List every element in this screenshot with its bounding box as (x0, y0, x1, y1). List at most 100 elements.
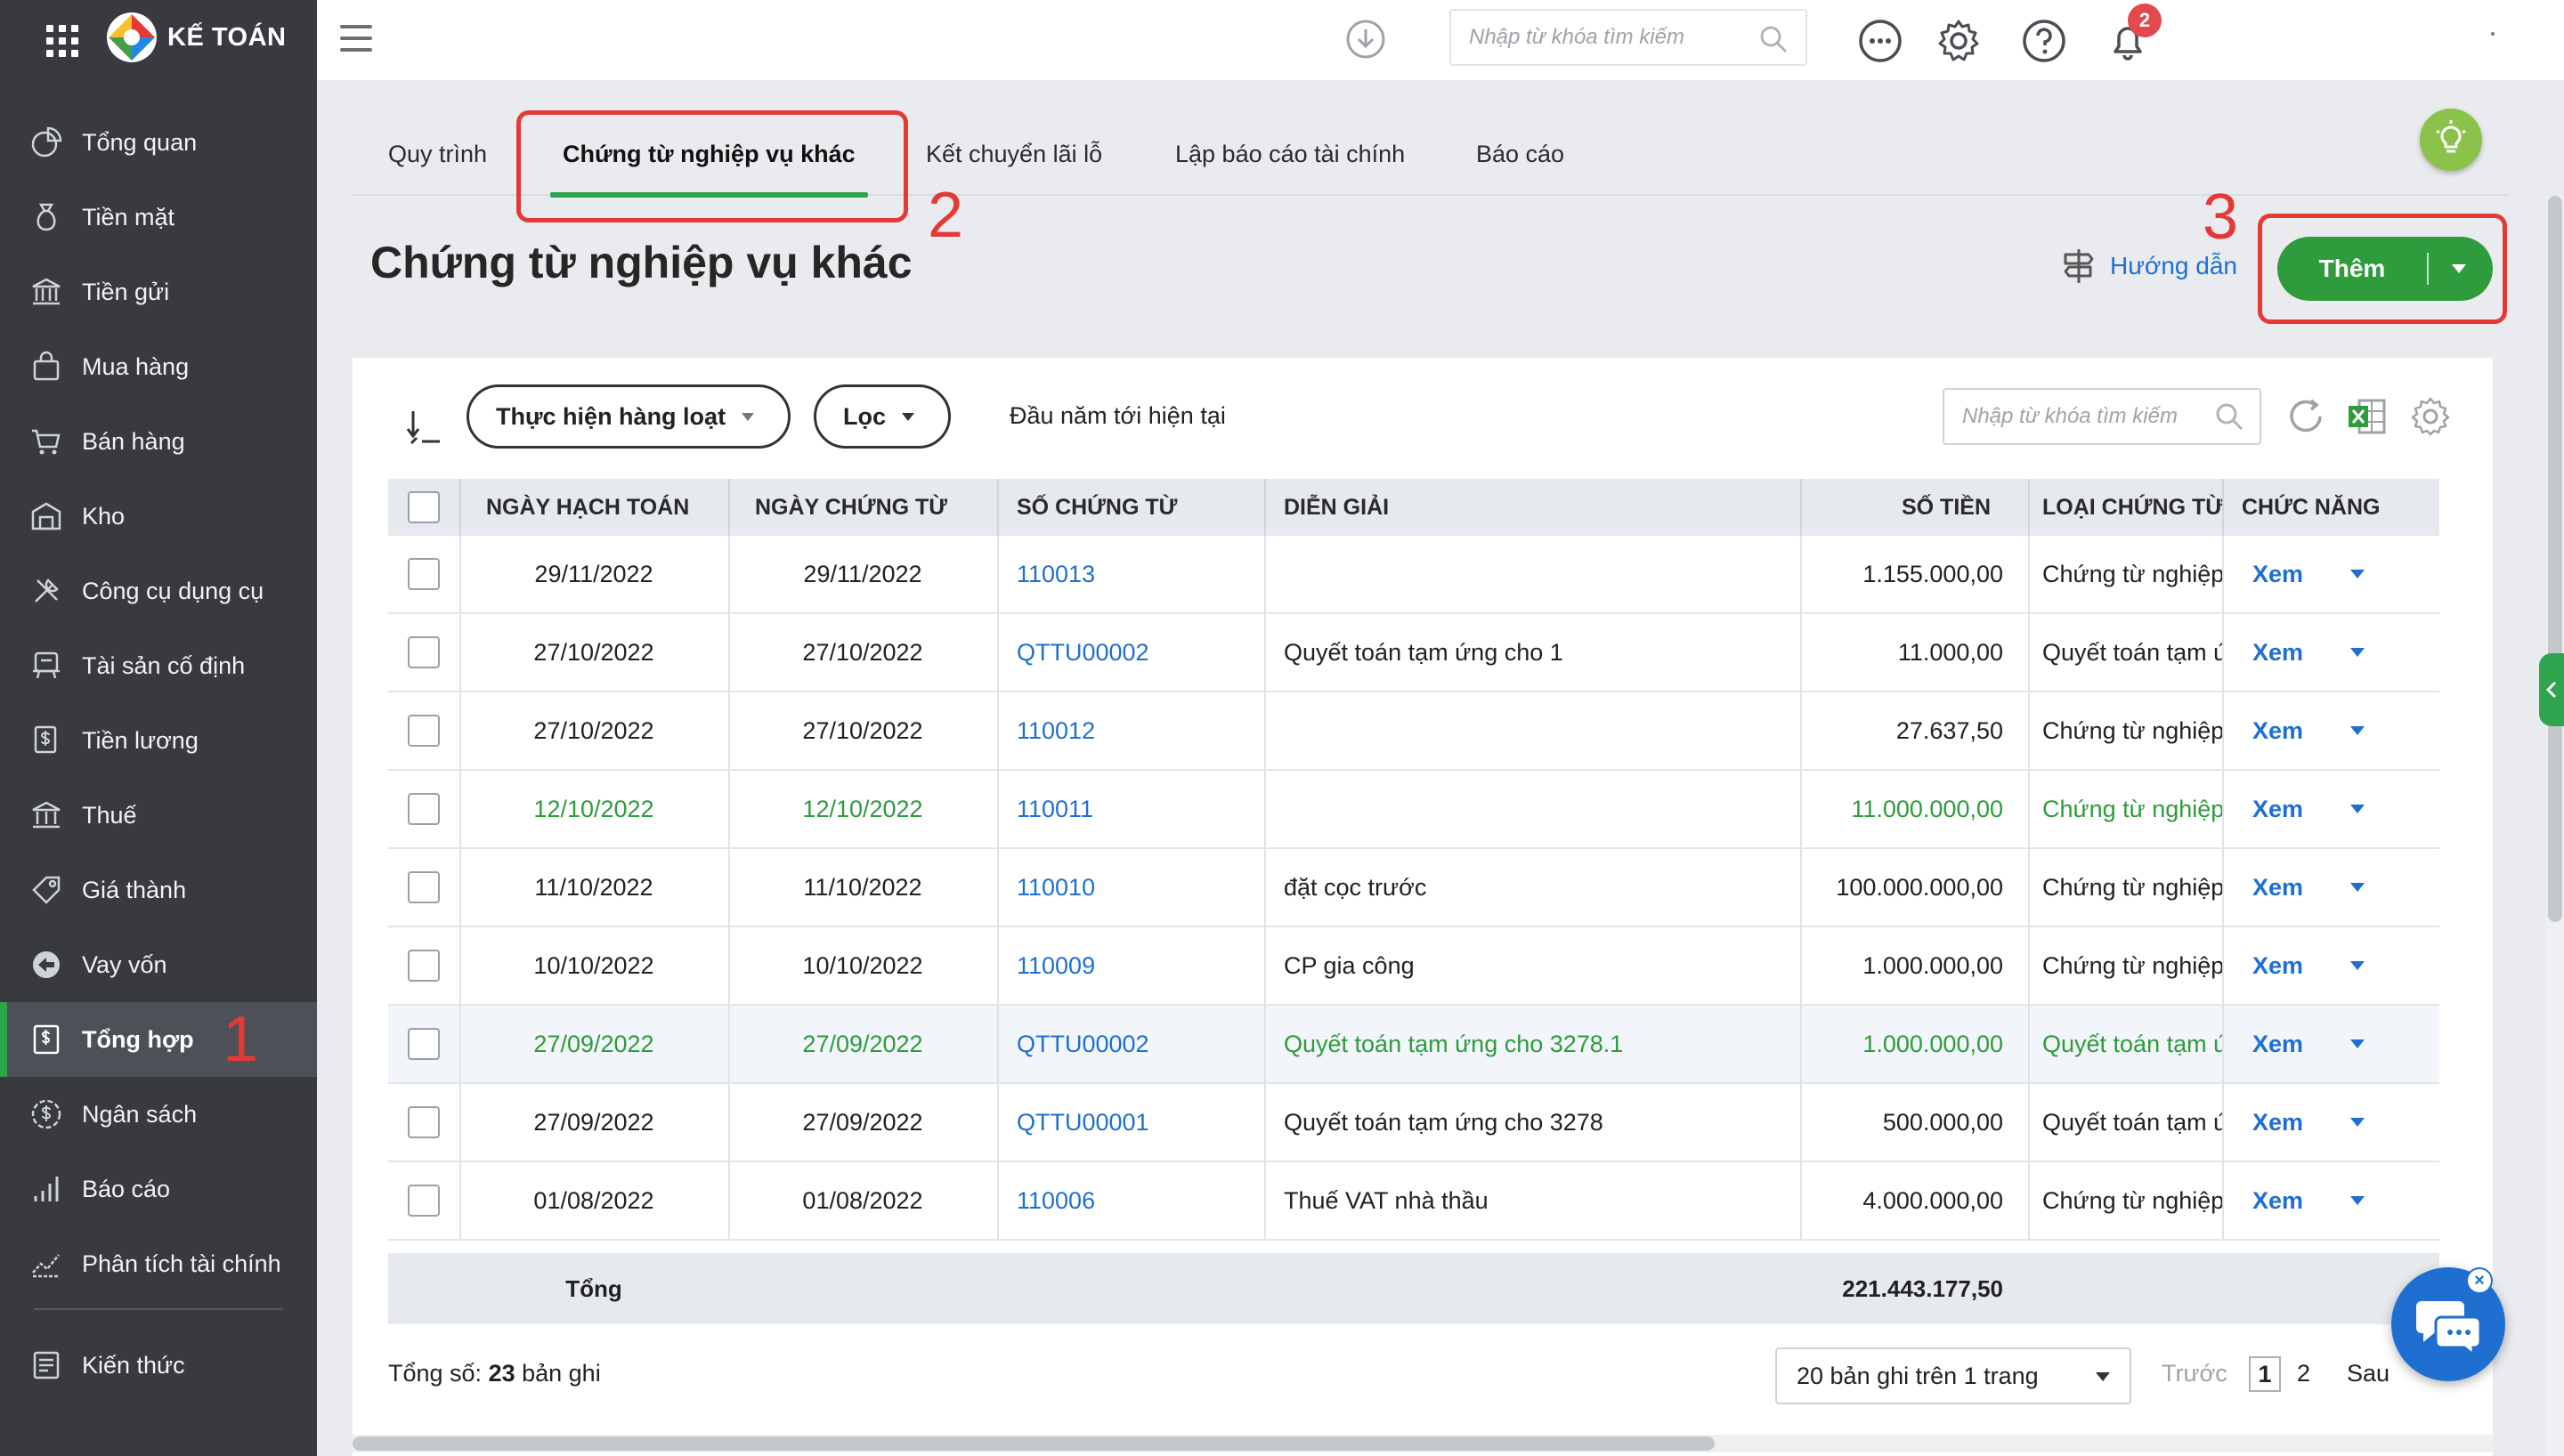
sidebar-item-thue[interactable]: Thuế (0, 778, 317, 853)
chevron-down-icon[interactable] (2350, 1118, 2365, 1127)
view-action-link[interactable]: Xem (2252, 717, 2334, 745)
table-settings-icon[interactable] (2409, 395, 2452, 438)
table-row[interactable]: 01/08/2022 01/08/2022 110006 Thuế VAT nhà t… (388, 1162, 2439, 1241)
table-row[interactable]: 27/09/2022 27/09/2022 QTTU00002 Quyết toán … (388, 1006, 2439, 1084)
user-menu-dot[interactable] (2491, 32, 2495, 36)
global-search-box[interactable] (1449, 9, 1807, 66)
view-action-link[interactable]: Xem (2252, 952, 2334, 980)
pager-page-2[interactable]: 2 (2297, 1360, 2310, 1387)
collapse-sort-icon[interactable] (404, 408, 443, 447)
tips-lightbulb-button[interactable] (2420, 109, 2482, 171)
sidebar-item-vay-von[interactable]: Vay vốn (0, 927, 317, 1002)
row-checkbox[interactable] (408, 715, 440, 747)
header-amount[interactable]: SỐ TIỀN (1800, 479, 2028, 536)
sidebar-item-tien-luong[interactable]: Tiền lương (0, 703, 317, 778)
chevron-down-icon[interactable] (2350, 805, 2365, 813)
chevron-down-icon[interactable] (2350, 961, 2365, 970)
view-action-link[interactable]: Xem (2252, 1109, 2334, 1136)
global-search-input[interactable] (1451, 11, 1736, 64)
chevron-down-icon[interactable] (2452, 264, 2466, 273)
search-icon[interactable] (2213, 400, 2245, 433)
tab-lap-bao-cao-tai-chinh[interactable]: Lập báo cáo tài chính (1175, 112, 1405, 196)
table-row[interactable]: 27/10/2022 27/10/2022 QTTU00002 Quyết toán … (388, 614, 2439, 692)
table-row[interactable]: 11/10/2022 11/10/2022 110010 đặt cọc trước 1… (388, 849, 2439, 927)
chevron-down-icon[interactable] (2350, 1196, 2365, 1205)
row-checkbox[interactable] (408, 871, 440, 903)
refresh-icon[interactable] (2284, 395, 2327, 438)
sidebar-item-tong-quan[interactable]: Tổng quan (0, 105, 317, 180)
table-row[interactable]: 10/10/2022 10/10/2022 110009 CP gia công 1.0… (388, 927, 2439, 1006)
tab-bao-cao[interactable]: Báo cáo (1476, 112, 1564, 196)
header-description[interactable]: DIỄN GIẢI (1264, 479, 1800, 536)
table-row[interactable]: 27/10/2022 27/10/2022 110012 27.637,50 Chứng… (388, 692, 2439, 771)
header-doc-type[interactable]: LOẠI CHỨNG TỪ (2028, 479, 2222, 536)
chevron-down-icon[interactable] (2350, 648, 2365, 657)
view-action-link[interactable]: Xem (2252, 874, 2334, 902)
header-posting-date[interactable]: NGÀY HẠCH TOÁN (459, 479, 728, 536)
help-icon[interactable] (2021, 18, 2067, 64)
add-button[interactable]: Thêm (2277, 237, 2493, 301)
row-checkbox[interactable] (408, 636, 440, 668)
horizontal-scrollbar[interactable] (353, 1435, 2493, 1452)
period-label[interactable]: Đầu năm tới hiện tại (1010, 402, 1226, 430)
horizontal-scroll-thumb[interactable] (353, 1436, 1715, 1451)
row-checkbox[interactable] (408, 558, 440, 590)
sidebar-item-tien-gui[interactable]: Tiền gửi (0, 255, 317, 329)
sidebar-item-tien-mat[interactable]: Tiền mặt (0, 180, 317, 255)
table-search-input[interactable] (1944, 390, 2203, 443)
cell-doc-no-link[interactable]: 110006 (997, 1162, 1264, 1239)
settings-gear-icon[interactable] (1935, 18, 1982, 64)
sidebar-item-kho[interactable]: Kho (0, 479, 317, 554)
view-action-link[interactable]: Xem (2252, 1187, 2334, 1215)
pager-next[interactable]: Sau (2347, 1360, 2390, 1387)
page-size-select[interactable]: 20 bản ghi trên 1 trang (1775, 1347, 2131, 1404)
row-checkbox[interactable] (408, 950, 440, 982)
table-row[interactable]: 27/09/2022 27/09/2022 QTTU00001 Quyết toán … (388, 1084, 2439, 1162)
header-doc-date[interactable]: NGÀY CHỨNG TỪ (728, 479, 997, 536)
sidebar-item-mua-hang[interactable]: Mua hàng (0, 329, 317, 404)
view-action-link[interactable]: Xem (2252, 561, 2334, 588)
tab-quy-trinh[interactable]: Quy trình (388, 112, 487, 196)
search-icon[interactable] (1757, 23, 1789, 55)
cell-doc-no-link[interactable]: 110012 (997, 692, 1264, 769)
app-grid-icon[interactable] (46, 25, 78, 57)
bulk-action-dropdown[interactable]: Thực hiện hàng loạt (467, 384, 791, 449)
view-action-link[interactable]: Xem (2252, 796, 2334, 823)
vertical-scroll-thumb[interactable] (2548, 196, 2562, 922)
sidebar-item-tai-san[interactable]: Tài sản cố định (0, 628, 317, 703)
cell-doc-no-link[interactable]: 110011 (997, 771, 1264, 847)
cell-doc-no-link[interactable]: QTTU00001 (997, 1084, 1264, 1161)
vertical-scrollbar[interactable] (2546, 196, 2564, 1456)
chevron-down-icon[interactable] (2350, 1039, 2365, 1048)
chevron-down-icon[interactable] (2350, 570, 2365, 578)
cell-doc-no-link[interactable]: 110010 (997, 849, 1264, 926)
sidebar-item-ngan-sach[interactable]: Ngân sách (0, 1077, 317, 1152)
view-action-link[interactable]: Xem (2252, 639, 2334, 667)
excel-export-icon[interactable] (2345, 395, 2388, 438)
select-all-checkbox[interactable] (408, 491, 440, 523)
sidebar-item-gia-thanh[interactable]: Giá thành (0, 853, 317, 927)
sidebar-item-kien-thuc[interactable]: Kiến thức (0, 1328, 317, 1403)
sidebar-item-phan-tich[interactable]: Phân tích tài chính (0, 1226, 317, 1301)
chat-close-icon[interactable]: × (2466, 1267, 2493, 1294)
sidebar-item-ban-hang[interactable]: Bán hàng (0, 404, 317, 479)
filter-dropdown[interactable]: Lọc (814, 384, 951, 449)
menu-toggle-icon[interactable] (340, 25, 372, 52)
row-checkbox[interactable] (408, 793, 440, 825)
tab-chung-tu-nghiep-vu-khac[interactable]: Chứng từ nghiệp vụ khác (550, 112, 868, 198)
chevron-down-icon[interactable] (2350, 883, 2365, 892)
table-row[interactable]: 12/10/2022 12/10/2022 110011 11.000.000,00 C… (388, 771, 2439, 849)
table-search-box[interactable] (1943, 388, 2261, 445)
more-options-icon[interactable] (1857, 18, 1903, 64)
cell-doc-no-link[interactable]: 110013 (997, 536, 1264, 612)
pager-prev[interactable]: Trước (2162, 1360, 2227, 1387)
row-checkbox[interactable] (408, 1185, 440, 1217)
sidebar-item-tong-hop[interactable]: Tổng hợp (0, 1002, 317, 1077)
sidebar-item-cong-cu[interactable]: Công cụ dụng cụ (0, 554, 317, 628)
header-doc-no[interactable]: SỐ CHỨNG TỪ (997, 479, 1264, 536)
chevron-down-icon[interactable] (2350, 726, 2365, 735)
table-row[interactable]: 29/11/2022 29/11/2022 110013 1.155.000,00 Ch… (388, 536, 2439, 614)
sidebar-item-bao-cao[interactable]: Báo cáo (0, 1152, 317, 1226)
row-checkbox[interactable] (408, 1106, 440, 1138)
download-icon[interactable] (1344, 18, 1387, 61)
